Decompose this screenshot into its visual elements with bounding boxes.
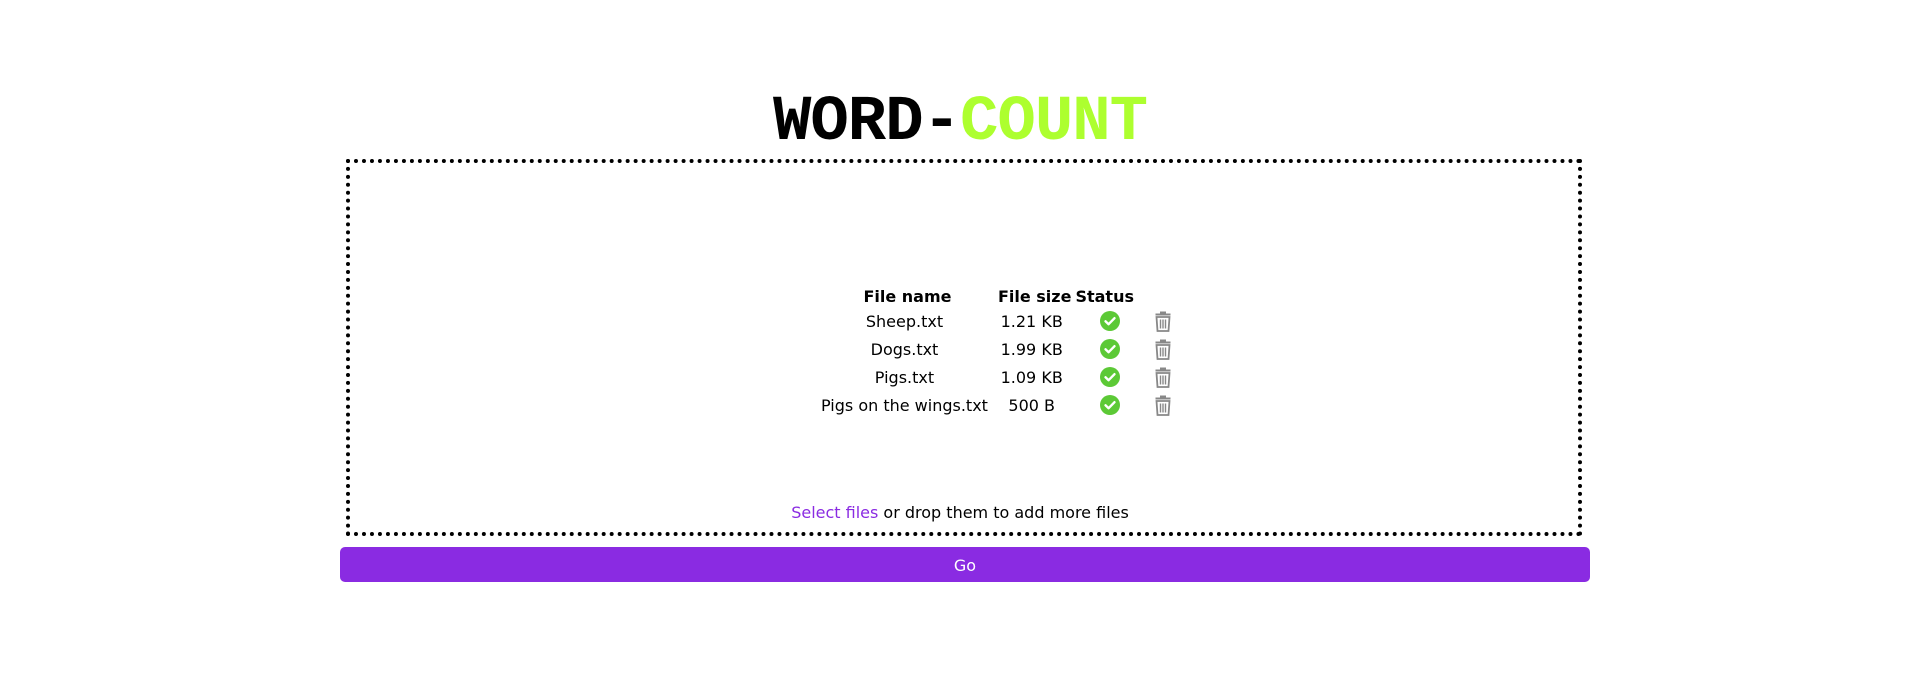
column-header-actions [1136,285,1174,307]
check-circle-icon [1099,311,1120,332]
table-row: Dogs.txt 1.99 KB [819,335,1174,363]
trash-icon[interactable] [1154,366,1172,388]
file-status [1073,391,1136,419]
page-title: WORD-COUNT [0,88,1920,158]
select-files-link[interactable]: Select files [791,503,878,522]
check-circle-icon [1099,367,1120,388]
file-actions [1136,363,1174,391]
column-header-file-name: File name [863,286,952,306]
table-row: Sheep.txt 1.21 KB [819,307,1174,335]
check-circle-icon [1099,395,1120,416]
file-name: Sheep.txt [865,311,944,331]
file-status [1073,335,1136,363]
file-name: Pigs on the wings.txt [821,395,988,415]
file-size: 1.09 KB [1000,367,1063,387]
file-size: 1.99 KB [1000,339,1063,359]
table-row: Pigs on the wings.txt 500 B [819,391,1174,419]
trash-icon[interactable] [1154,394,1172,416]
column-header-status: Status [1075,286,1134,306]
file-name: Dogs.txt [870,339,939,359]
file-actions [1136,307,1174,335]
title-word: WORD- [772,86,961,159]
file-actions [1136,335,1174,363]
file-status [1073,363,1136,391]
title-count: COUNT [960,86,1148,159]
file-size: 500 B [1008,395,1055,415]
table-row: Pigs.txt 1.09 KB [819,363,1174,391]
column-header-file-size: File size [997,286,1072,306]
file-size: 1.21 KB [1000,311,1063,331]
file-status [1073,307,1136,335]
table-header-row: File name File size Status [819,285,1174,307]
go-button[interactable]: Go [340,547,1590,582]
check-circle-icon [1099,339,1120,360]
dropzone-hint: Select files or drop them to add more fi… [0,503,1920,522]
file-actions [1136,391,1174,419]
file-name: Pigs.txt [874,367,935,387]
dropzone-hint-text: or drop them to add more files [878,503,1129,522]
trash-icon[interactable] [1154,338,1172,360]
trash-icon[interactable] [1154,310,1172,332]
files-table: File name File size Status Sheep.txt 1.2… [819,285,1174,419]
